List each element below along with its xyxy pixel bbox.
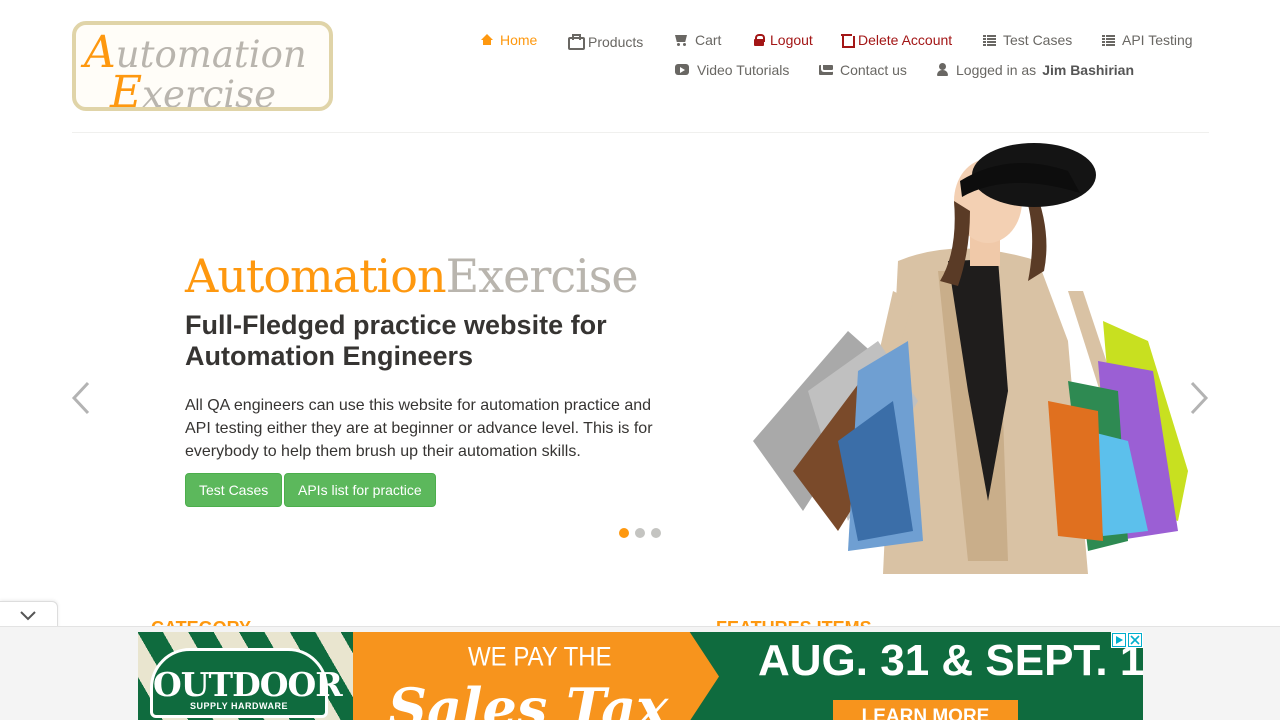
youtube-play-icon — [675, 63, 689, 77]
main-nav: Home Products Cart Logout Delete Account… — [72, 0, 1209, 132]
close-icon[interactable] — [1128, 633, 1142, 647]
ad-learn-more-button[interactable]: LEARN MORE — [833, 700, 1018, 720]
nav-contact-us-label: Contact us — [840, 62, 907, 78]
carousel-next-icon[interactable] — [1188, 381, 1210, 415]
adchoices-icon[interactable] — [1112, 633, 1126, 647]
home-icon — [480, 33, 494, 47]
ad-headline: WE PAY THE — [468, 642, 612, 673]
nav-test-cases-label: Test Cases — [1003, 32, 1073, 48]
briefcase-icon — [568, 34, 585, 50]
carousel-dot-3[interactable] — [651, 528, 661, 538]
ad-collapse-toggle[interactable] — [0, 601, 58, 629]
nav-video-tutorials[interactable]: Video Tutorials — [675, 62, 789, 78]
slide-title: AutomationExercise — [185, 249, 639, 303]
nav-delete-account[interactable]: Delete Account — [840, 32, 952, 48]
page: Automation Exercise Home Products Cart L… — [0, 0, 1280, 720]
trash-icon — [840, 33, 855, 48]
apis-list-button[interactable]: APIs list for practice — [284, 473, 436, 507]
ad-brand-subtitle: SUPPLY HARDWARE — [189, 701, 289, 711]
hero-carousel: AutomationExercise Full-Fledged practice… — [0, 133, 1280, 593]
ad-brand-logo: OUTDOOR SUPPLY HARDWARE — [150, 648, 343, 718]
cart-icon — [675, 33, 689, 47]
list-icon — [1102, 33, 1116, 47]
nav-home-label: Home — [500, 32, 538, 48]
carousel-indicators — [619, 528, 661, 538]
nav-products-label: Products — [588, 34, 644, 50]
nav-delete-account-label: Delete Account — [858, 32, 953, 48]
ad-brand-name: OUTDOOR — [153, 665, 343, 704]
nav-api-testing-label: API Testing — [1122, 32, 1193, 48]
nav-logout-label: Logout — [770, 32, 813, 48]
nav-cart-label: Cart — [695, 32, 722, 48]
nav-products[interactable]: Products — [568, 32, 643, 50]
logged-in-prefix: Logged in as — [956, 62, 1037, 78]
chevron-down-icon — [20, 611, 36, 621]
user-icon — [936, 63, 949, 77]
ad-script-text: Sales Tax — [388, 676, 669, 720]
test-cases-button[interactable]: Test Cases — [185, 473, 283, 507]
ad-dates: AUG. 31 & SEPT. 1 — [758, 636, 1143, 685]
nav-home[interactable]: Home — [480, 32, 537, 48]
slide-subtitle: Full-Fledged practice website for Automa… — [185, 310, 607, 371]
nav-test-cases[interactable]: Test Cases — [983, 32, 1072, 48]
ad-banner-bar: OUTDOOR SUPPLY HARDWARE WE PAY THE Sales… — [0, 626, 1280, 720]
envelope-icon — [819, 63, 833, 77]
slide-description: All QA engineers can use this website fo… — [185, 397, 653, 460]
nav-logged-in[interactable]: Logged in as Jim Bashirian — [936, 62, 1134, 78]
nav-logout[interactable]: Logout — [752, 32, 813, 48]
carousel-dot-2[interactable] — [635, 528, 645, 538]
nav-video-tutorials-label: Video Tutorials — [697, 62, 790, 78]
nav-cart[interactable]: Cart — [675, 32, 721, 48]
ad-choices[interactable] — [1111, 632, 1143, 648]
hero-shopping-girl-image — [753, 143, 1188, 574]
nav-api-testing[interactable]: API Testing — [1102, 32, 1193, 48]
carousel-prev-icon[interactable] — [70, 381, 92, 415]
nav-contact-us[interactable]: Contact us — [819, 62, 907, 78]
ad-banner[interactable]: OUTDOOR SUPPLY HARDWARE WE PAY THE Sales… — [138, 632, 1143, 720]
site-header: Automation Exercise Home Products Cart L… — [72, 0, 1209, 133]
lock-icon — [752, 33, 765, 47]
list-icon — [983, 33, 997, 47]
logged-in-username: Jim Bashirian — [1042, 62, 1135, 78]
carousel-dot-1[interactable] — [619, 528, 629, 538]
